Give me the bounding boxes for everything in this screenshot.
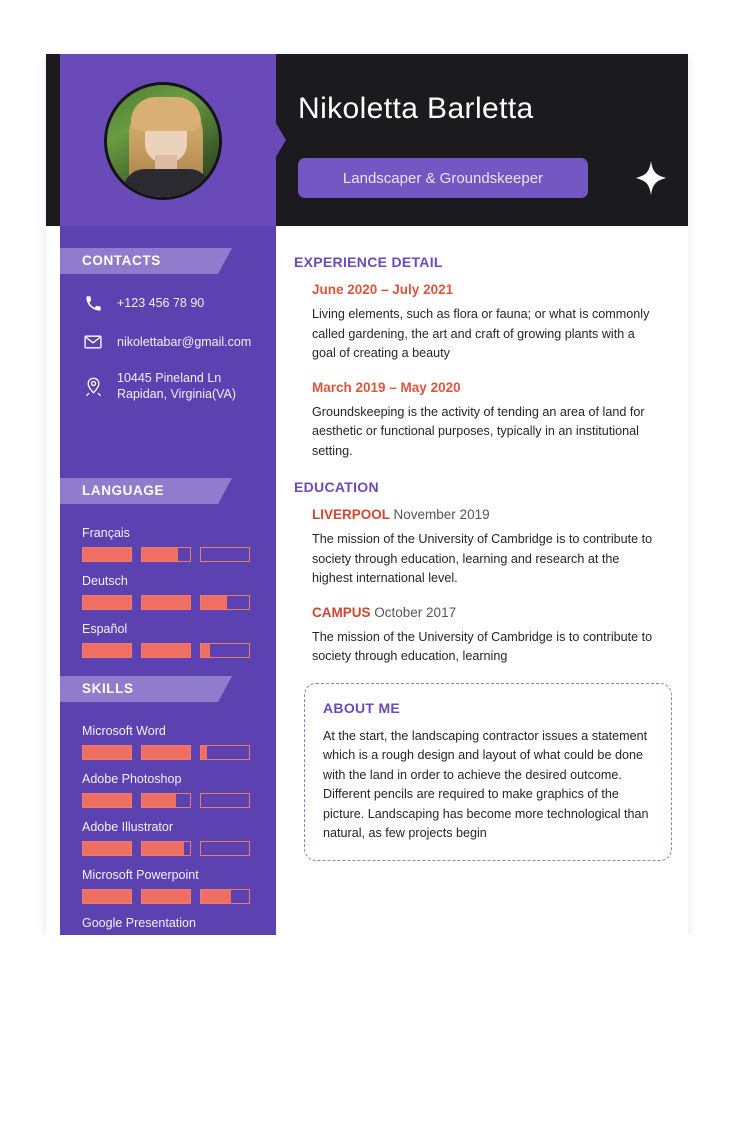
resume-header: Nikoletta Barletta Landscaper & Groundsk… (46, 54, 688, 226)
skills-item-label: Google Presentation (82, 916, 196, 930)
education-when: October 2017 (374, 604, 457, 620)
section-banner-contacts: CONTACTS (60, 248, 232, 274)
language-list: Français Deutsch Español (60, 514, 276, 658)
skills-heading: SKILLS (82, 681, 134, 696)
language-item-rating (82, 595, 254, 610)
rating-segment (200, 889, 250, 904)
main-column: EXPERIENCE DETAIL June 2020 – July 2021 … (294, 226, 688, 935)
skills-item-label: Microsoft Word (82, 724, 166, 738)
rating-segment (82, 643, 132, 658)
experience-body: Groundskeeping is the activity of tendin… (312, 404, 645, 458)
language-item-label: Español (82, 622, 128, 636)
rating-segment (82, 745, 132, 760)
rating-segment (141, 745, 191, 760)
skills-item: Microsoft Powerpoint (60, 868, 276, 904)
education-school: LIVERPOOL (312, 507, 390, 522)
about-me-body: At the start, the landscaping contractor… (323, 728, 649, 841)
contact-email-value: nikolettabar@gmail.com (117, 335, 252, 349)
rating-segment (82, 841, 132, 856)
contacts-heading: CONTACTS (82, 253, 161, 268)
rating-segment (141, 889, 191, 904)
job-title-label: Landscaper & Groundskeeper (342, 169, 544, 187)
rating-segment (82, 547, 132, 562)
education-body: The mission of the University of Cambrid… (312, 532, 653, 585)
skills-item-label: Adobe Illustrator (82, 820, 174, 834)
contact-address[interactable]: 10445 Pineland Ln Rapidan, Virginia(VA) (60, 370, 276, 402)
phone-icon (82, 292, 104, 314)
skills-item-rating (82, 745, 254, 760)
language-heading: LANGUAGE (82, 483, 165, 498)
experience-entry: March 2019 – May 2020 Groundskeeping is … (312, 380, 662, 462)
education-date: CAMPUS October 2017 (312, 605, 662, 620)
about-me-heading: ABOUT ME (323, 699, 401, 716)
section-banner-skills: SKILLS (60, 676, 232, 702)
rating-segment (82, 889, 132, 904)
language-item-label: Français (82, 526, 130, 540)
language-item-label: Deutsch (82, 574, 128, 588)
education-body: The mission of the University of Cambrid… (312, 629, 653, 664)
about-me-box: ABOUT ME At the start, the landscaping c… (304, 682, 672, 861)
education-entry: CAMPUS October 2017 The mission of the U… (312, 605, 662, 667)
contact-phone-value: +123 456 78 90 (117, 296, 205, 310)
rating-segment (200, 745, 250, 760)
education-heading: EDUCATION (294, 479, 379, 495)
skills-list: Microsoft Word Adobe Photoshop Adobe Illus… (60, 712, 276, 952)
rating-segment (200, 643, 250, 658)
contact-email[interactable]: nikolettabar@gmail.com (60, 331, 276, 353)
rating-segment (200, 547, 250, 562)
section-banner-language: LANGUAGE (60, 478, 232, 504)
envelope-icon (82, 331, 104, 353)
contacts-list: +123 456 78 90 nikolettabar@gmail.com 10… (60, 292, 276, 419)
resume-page: Nikoletta Barletta Landscaper & Groundsk… (0, 0, 750, 1144)
language-item: Français (60, 526, 276, 562)
page-title: Nikoletta Barletta (298, 92, 534, 125)
rating-segment (200, 841, 250, 856)
rating-segment (141, 793, 191, 808)
rating-segment (141, 841, 191, 856)
skills-item-rating (82, 841, 254, 856)
language-item: Deutsch (60, 574, 276, 610)
location-pin-icon (82, 375, 104, 397)
rating-segment (141, 595, 191, 610)
rating-segment (141, 643, 191, 658)
education-entry: LIVERPOOL November 2019 The mission of t… (312, 507, 662, 589)
skills-item-rating (82, 889, 254, 904)
rating-segment (82, 793, 132, 808)
skills-item-label: Adobe Photoshop (82, 772, 182, 786)
language-item-rating (82, 547, 254, 562)
education-school: CAMPUS (312, 604, 371, 620)
rating-segment (200, 793, 250, 808)
language-item-rating (82, 643, 254, 658)
experience-date: March 2019 – May 2020 (312, 379, 461, 395)
skills-item: Adobe Photoshop (60, 772, 276, 808)
rating-segment (200, 595, 250, 610)
skills-item-rating (82, 793, 254, 808)
rating-segment (141, 547, 191, 562)
header-chevron-icon (262, 100, 286, 180)
sparkle-icon (632, 158, 670, 198)
skills-item: Adobe Illustrator (60, 820, 276, 856)
language-item: Español (60, 622, 276, 658)
contact-address-value: 10445 Pineland Ln Rapidan, Virginia(VA) (117, 371, 237, 401)
skills-item-label: Microsoft Powerpoint (82, 868, 199, 882)
education-when: November 2019 (393, 507, 490, 522)
experience-body: Living elements, such as flora or fauna;… (312, 307, 650, 360)
job-title-badge: Landscaper & Groundskeeper (298, 158, 588, 198)
resume-card: Nikoletta Barletta Landscaper & Groundsk… (46, 54, 688, 952)
sidebar: CONTACTS +123 456 78 90 nikolettabar@gma… (60, 226, 276, 952)
footer: Goo Docs www.thegoodocs.com Slides (0, 935, 750, 1144)
contact-phone[interactable]: +123 456 78 90 (60, 292, 276, 314)
experience-date: June 2020 – July 2021 (312, 282, 454, 297)
photo-panel (60, 54, 276, 226)
avatar (104, 82, 222, 200)
experience-heading: EXPERIENCE DETAIL (294, 254, 443, 270)
education-date: LIVERPOOL November 2019 (312, 507, 662, 522)
experience-entry: June 2020 – July 2021 Living elements, s… (312, 282, 662, 364)
skills-item: Microsoft Word (60, 724, 276, 760)
rating-segment (82, 595, 132, 610)
